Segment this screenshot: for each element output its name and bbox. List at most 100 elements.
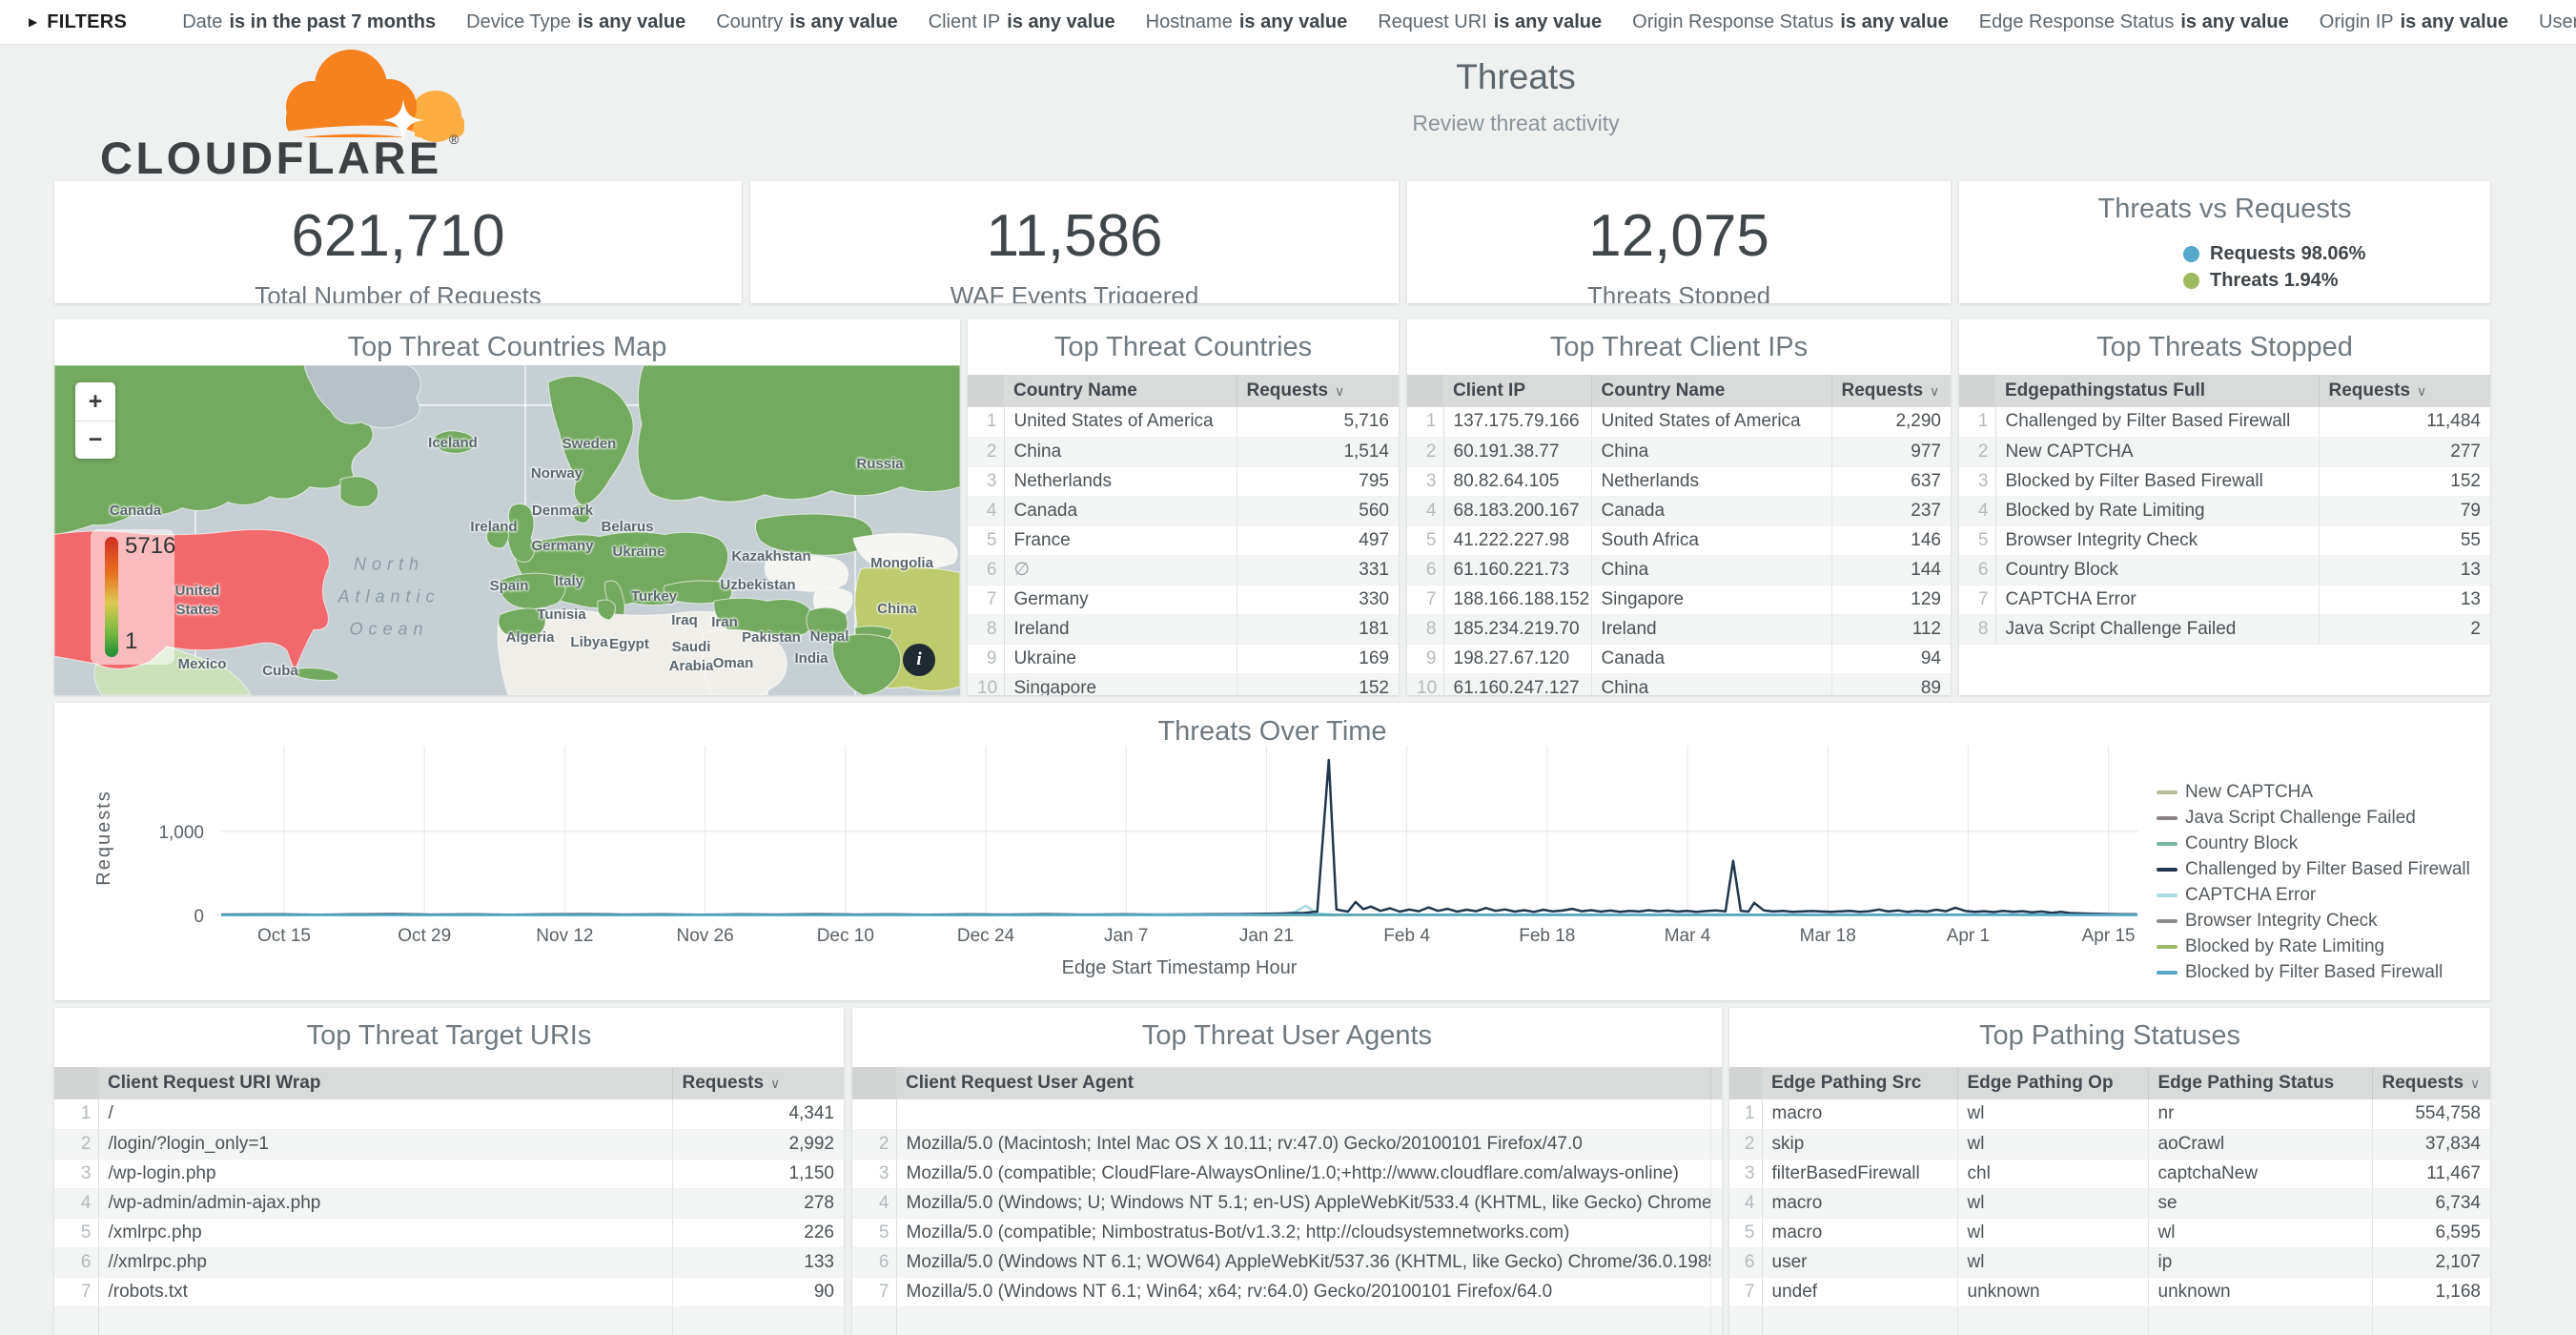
chart-legend-item[interactable]: Java Script Challenge Failed — [2157, 805, 2470, 831]
table-row[interactable]: 661.160.221.73China144 — [1407, 555, 1951, 585]
column-header[interactable]: Requests∨ — [1831, 375, 1951, 407]
chart-legend-item[interactable]: Blocked by Rate Limiting — [2157, 934, 2470, 959]
table-row[interactable]: 2China1,514 — [968, 437, 1399, 466]
table-row[interactable]: 7undefunknownunknown1,168 — [1729, 1277, 2490, 1306]
table-row[interactable]: 8Java Script Challenge Failed2 — [1959, 614, 2490, 644]
filters-toggle[interactable]: ▶ FILTERS — [29, 11, 127, 33]
table-row[interactable]: 4Blocked by Rate Limiting79 — [1959, 496, 2490, 525]
chart-legend-item[interactable]: Challenged by Filter Based Firewall — [2157, 856, 2470, 882]
info-icon[interactable]: i — [903, 644, 935, 676]
table-row[interactable]: 2/login/?login_only=12,992 — [54, 1129, 844, 1159]
table-row[interactable]: 6Mozilla/5.0 (Windows NT 6.1; WOW64) App… — [852, 1247, 1722, 1277]
table-row[interactable]: 4Canada560 — [968, 496, 1399, 525]
table-row[interactable]: 7188.166.188.152Singapore129 — [1407, 585, 1951, 614]
cell: /wp-login.php — [98, 1159, 672, 1188]
country-saudi-arabia — [702, 629, 787, 695]
table-row[interactable]: 6//xmlrpc.php133 — [54, 1247, 844, 1277]
row-index: 2 — [1407, 437, 1443, 466]
cell: 188.166.188.152 — [1443, 585, 1591, 614]
filters-label: FILTERS — [47, 11, 127, 33]
table-row[interactable]: 7Mozilla/5.0 (Windows NT 6.1; Win64; x64… — [852, 1277, 1722, 1306]
table-row[interactable]: 5Browser Integrity Check55 — [1959, 525, 2490, 555]
table-row[interactable] — [54, 1306, 844, 1335]
cell: Mozilla/5.0 (compatible; Nimbostratus-Bo… — [896, 1218, 1710, 1247]
table-row[interactable] — [1729, 1306, 2490, 1335]
cell: wl — [1957, 1247, 2148, 1277]
table-row[interactable]: 5France497 — [968, 525, 1399, 555]
filter-item[interactable]: Client IPis any value — [929, 11, 1115, 33]
chart-legend-item[interactable]: New CAPTCHA — [2157, 779, 2470, 805]
filter-item[interactable]: Origin Response Statusis any value — [1632, 11, 1949, 33]
filter-item[interactable]: Countryis any value — [716, 11, 897, 33]
filter-item[interactable]: Device Typeis any value — [466, 11, 685, 33]
table-row[interactable]: 5/xmlrpc.php226 — [54, 1218, 844, 1247]
table-row[interactable]: 7CAPTCHA Error13 — [1959, 585, 2490, 614]
table-row[interactable]: 8185.234.219.70Ireland112 — [1407, 614, 1951, 644]
zoom-in-button[interactable]: + — [75, 382, 115, 421]
world-map[interactable]: CanadaUnited StatesMexicoCubaIcelandIrel… — [54, 365, 960, 695]
table-row[interactable]: 3filterBasedFirewallchlcaptchaNew11,467 — [1729, 1159, 2490, 1188]
chart-legend-item[interactable]: Blocked by Filter Based Firewall — [2157, 959, 2470, 985]
row-index: 7 — [1729, 1277, 1762, 1306]
page-subtitle: Review threat activity — [1412, 111, 1619, 136]
table-row[interactable]: 7/robots.txt90 — [54, 1277, 844, 1306]
filter-item[interactable]: Request URIis any value — [1378, 11, 1602, 33]
table-row[interactable]: 4/wp-admin/admin-ajax.php278 — [54, 1188, 844, 1218]
cell: 61.160.221.73 — [1443, 555, 1591, 585]
table-row[interactable]: 3/wp-login.php1,150 — [54, 1159, 844, 1188]
zoom-out-button[interactable]: − — [75, 421, 115, 459]
cell: Mozilla/5.0 (Windows NT 6.1; WOW64) Appl… — [896, 1247, 1710, 1277]
cell: 61.160.247.127 — [1443, 673, 1591, 695]
table-row[interactable]: 260.191.38.77China977 — [1407, 437, 1951, 466]
table-row[interactable]: 1United States of America5,716 — [968, 407, 1399, 437]
data-table: Edgepathingstatus FullRequests∨1Challeng… — [1959, 375, 2490, 645]
column-header[interactable]: Requests∨ — [2319, 375, 2490, 407]
table-row[interactable]: 3Blocked by Filter Based Firewall152 — [1959, 466, 2490, 496]
table-row[interactable]: 3Netherlands795 — [968, 466, 1399, 496]
filter-item[interactable]: Edge Response Statusis any value — [1979, 11, 2289, 33]
table-row[interactable]: 1macrowlnr554,758 — [1729, 1099, 2490, 1129]
card-title: Top Threat Target URIs — [54, 1008, 844, 1052]
column-header[interactable]: Requests∨ — [672, 1067, 844, 1099]
table-row[interactable]: 380.82.64.105Netherlands637 — [1407, 466, 1951, 496]
table-row[interactable]: 1/4,341 — [54, 1099, 844, 1129]
legend-line-icon — [2157, 842, 2177, 846]
filter-item[interactable]: User Agentis any value — [2539, 11, 2576, 33]
table-row[interactable]: 2Mozilla/5.0 (Macintosh; Intel Mac OS X … — [852, 1129, 1722, 1159]
cell: Singapore — [1591, 585, 1831, 614]
table-row[interactable]: 5Mozilla/5.0 (compatible; Nimbostratus-B… — [852, 1218, 1722, 1247]
chart-legend-item[interactable]: CAPTCHA Error — [2157, 882, 2470, 908]
clipped-cell — [1710, 1218, 1722, 1247]
filter-item[interactable]: Hostnameis any value — [1146, 11, 1348, 33]
table-row[interactable]: 2New CAPTCHA277 — [1959, 437, 2490, 466]
column-header[interactable]: Requests∨ — [2372, 1067, 2490, 1099]
chart-legend-item[interactable]: Country Block — [2157, 831, 2470, 856]
column-header[interactable]: Requests∨ — [1237, 375, 1399, 407]
cell: 1,150 — [672, 1159, 844, 1188]
sort-desc-icon: ∨ — [2470, 1076, 2480, 1091]
table-row[interactable]: 1Challenged by Filter Based Firewall11,4… — [1959, 407, 2490, 437]
table-row[interactable]: 9198.27.67.120Canada94 — [1407, 644, 1951, 673]
table-row[interactable] — [852, 1099, 1722, 1129]
table-row[interactable]: 4Mozilla/5.0 (Windows; U; Windows NT 5.1… — [852, 1188, 1722, 1218]
table-row[interactable]: 1137.175.79.166United States of America2… — [1407, 407, 1951, 437]
table-row[interactable]: 4macrowlse6,734 — [1729, 1188, 2490, 1218]
table-row[interactable]: 6Country Block13 — [1959, 555, 2490, 585]
table-row[interactable]: 7Germany330 — [968, 585, 1399, 614]
table-row[interactable]: 468.183.200.167Canada237 — [1407, 496, 1951, 525]
table-row[interactable]: 5macrowlwl6,595 — [1729, 1218, 2490, 1247]
table-row[interactable]: 9Ukraine169 — [968, 644, 1399, 673]
table-row[interactable]: 6userwlip2,107 — [1729, 1247, 2490, 1277]
table-row[interactable]: 541.222.227.98South Africa146 — [1407, 525, 1951, 555]
table-row[interactable]: 1061.160.247.127China89 — [1407, 673, 1951, 695]
table-row[interactable]: 10Singapore152 — [968, 673, 1399, 695]
table-row[interactable]: 8Ireland181 — [968, 614, 1399, 644]
filter-item[interactable]: Origin IPis any value — [2320, 11, 2508, 33]
row-index — [852, 1306, 896, 1335]
table-row[interactable]: 6∅331 — [968, 555, 1399, 585]
filter-item[interactable]: Dateis in the past 7 months — [182, 11, 436, 33]
table-row[interactable]: 3Mozilla/5.0 (compatible; CloudFlare-Alw… — [852, 1159, 1722, 1188]
table-row[interactable]: 2skipwlaoCrawl37,834 — [1729, 1129, 2490, 1159]
chart-legend-item[interactable]: Browser Integrity Check — [2157, 908, 2470, 934]
table-row[interactable] — [852, 1306, 1722, 1335]
